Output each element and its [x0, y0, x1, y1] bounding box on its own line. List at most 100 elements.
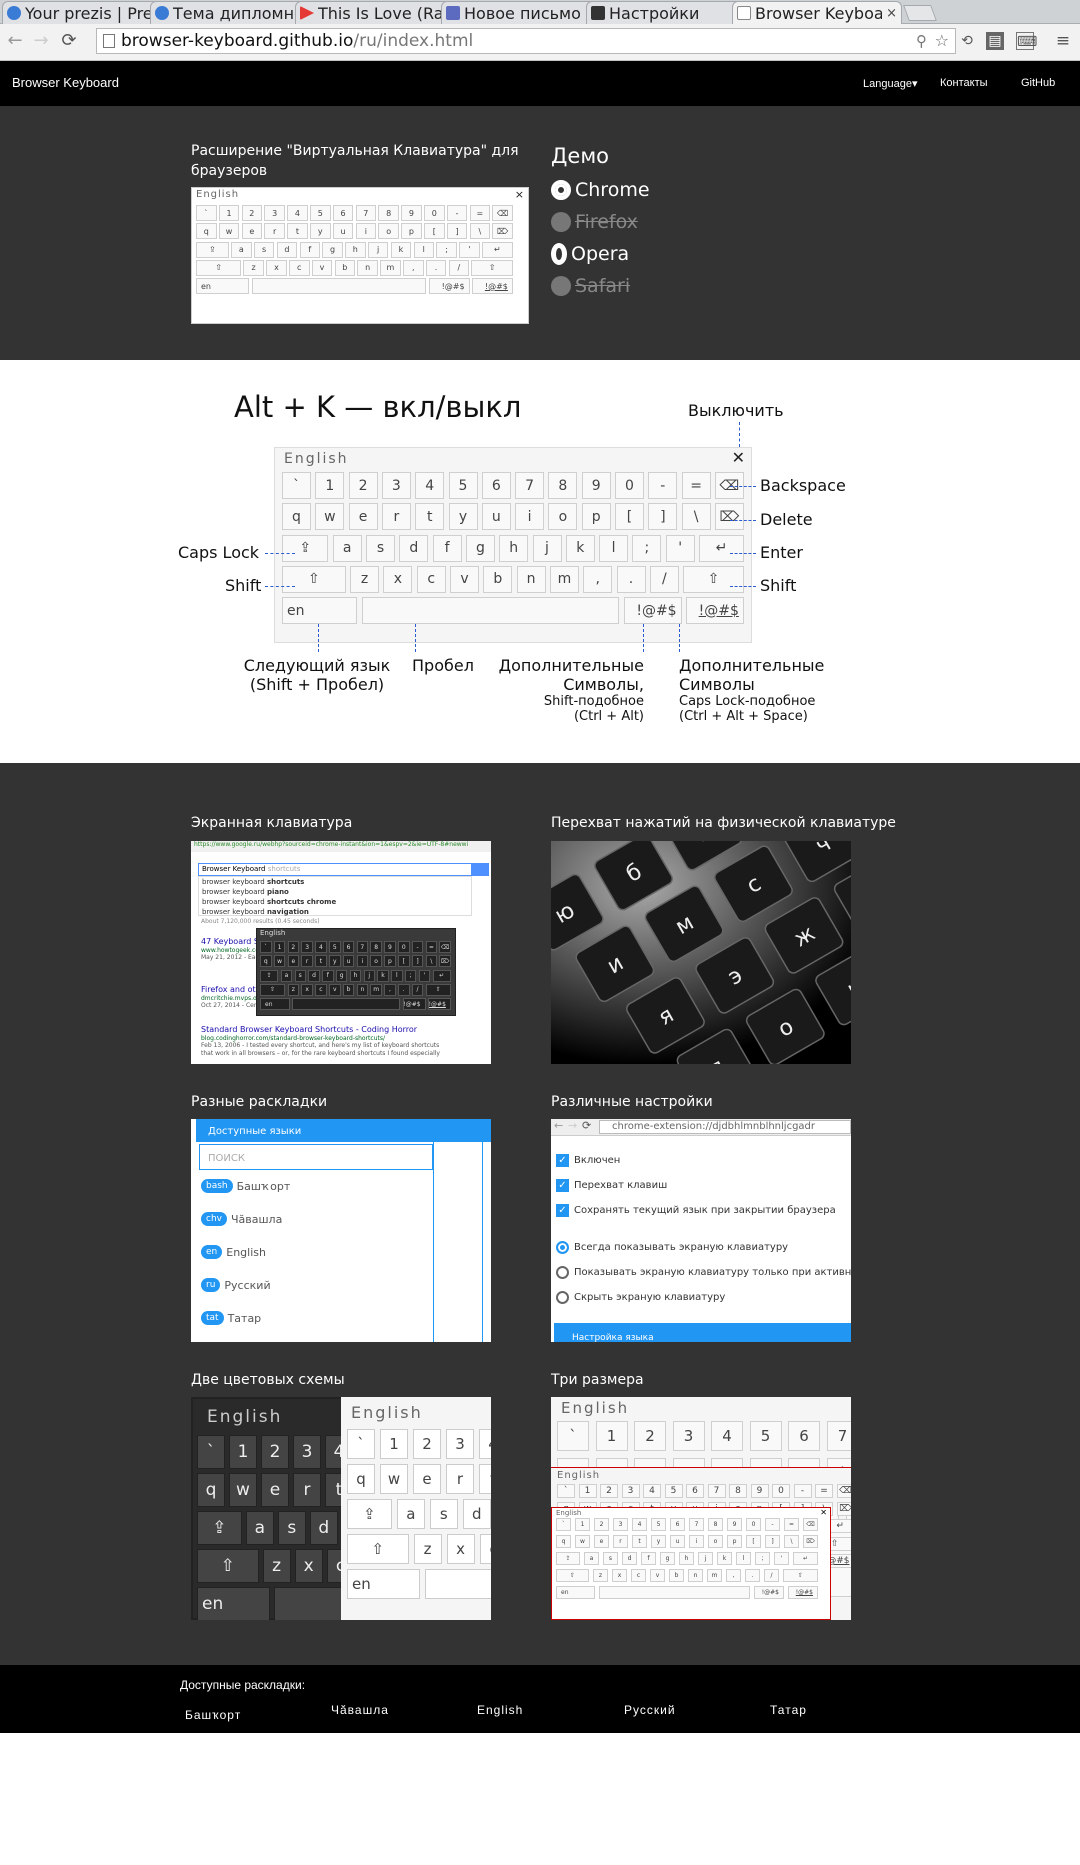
keyboard-key[interactable]: 2 [348, 472, 378, 499]
keyboard-key[interactable]: 0 [615, 472, 644, 499]
keyboard-key[interactable]: z [350, 565, 380, 593]
footer-layout-link[interactable]: Татар [770, 1703, 807, 1717]
keyboard-key[interactable]: 7 [515, 472, 545, 499]
tab-music[interactable]: This Is Love (Ra× [295, 1, 465, 24]
keyboard-key[interactable]: l [599, 534, 629, 562]
keyboard-key[interactable]: b [483, 565, 513, 593]
keyboard-key[interactable]: ⇧ [282, 565, 346, 593]
keyboard-key[interactable]: 6 [481, 472, 511, 499]
keyboard-key[interactable]: e [348, 503, 378, 531]
keyboard-key[interactable]: - [648, 472, 678, 499]
keyboard-key[interactable]: s [366, 534, 395, 562]
tab-prezi[interactable]: Your prezis | Pre× [2, 1, 172, 24]
keyboard-key[interactable]: 1 [315, 472, 345, 499]
keyboard-key[interactable]: !@#$ [685, 597, 744, 625]
new-tab-button[interactable] [903, 5, 937, 21]
keyboard-key[interactable]: 8 [548, 472, 578, 499]
keyboard-key[interactable]: p [581, 503, 611, 531]
keyboard-key[interactable]: h [499, 534, 529, 562]
keyboard-key[interactable]: ⇪ [282, 534, 329, 562]
footer-layout-link[interactable]: Чӑвашла [331, 1703, 389, 1717]
language-dropdown[interactable]: Language▾ [863, 77, 917, 90]
keyboard-key[interactable]: i [515, 503, 545, 531]
keyboard-extension-icon[interactable]: ⌨ [1016, 32, 1037, 50]
url-bar[interactable]: browser-keyboard.github.io/ru/index.html… [96, 28, 956, 54]
github-link[interactable]: GitHub [1021, 77, 1055, 89]
keyboard-key[interactable]: t [415, 503, 445, 531]
keyboard-key: f [641, 1552, 656, 1565]
keyboard-key: z [262, 1549, 291, 1583]
keyboard-key: b [342, 983, 355, 996]
keyboard-key[interactable]: ⇧ [683, 565, 744, 593]
site-brand[interactable]: Browser Keyboard [12, 75, 119, 90]
close-icon[interactable]: × [886, 6, 897, 21]
keyboard-key: d [308, 969, 320, 982]
keyboard-key[interactable]: !@#$ [623, 597, 682, 625]
search-input: поиск [199, 1144, 433, 1170]
keyboard-key[interactable]: 3 [381, 472, 411, 499]
screen-keyboard-screenshot: https://www.google.ru/webhp?sourceid=chr… [191, 841, 491, 1064]
keyboard-key: s [277, 1511, 306, 1545]
keyboard-key[interactable]: . [616, 565, 646, 593]
keyboard-key[interactable]: ; [632, 534, 662, 562]
result-title: Firefox and oth [201, 985, 261, 994]
forward-icon[interactable]: → [30, 30, 52, 51]
keyboard-key[interactable]: , [583, 565, 613, 593]
keyboard-key[interactable]: \ [681, 503, 711, 531]
demo-opera-link[interactable]: Opera [551, 238, 650, 270]
keyboard-key[interactable]: x [383, 565, 413, 593]
extension-icon[interactable]: ▤ [986, 32, 1004, 50]
keyboard-key[interactable]: = [681, 472, 711, 499]
keyboard-key[interactable]: 5 [448, 472, 478, 499]
footer-layout-link[interactable]: Русский [624, 1703, 676, 1717]
keyboard-key[interactable] [361, 597, 620, 625]
footer-layout-link[interactable]: English [477, 1703, 523, 1717]
keyboard-key[interactable]: k [565, 534, 595, 562]
keyboard-key[interactable]: [ [615, 503, 644, 531]
keyboard-key[interactable]: r [381, 503, 411, 531]
keyboard-key[interactable]: g [465, 534, 495, 562]
tab-browser-keyboard[interactable]: Browser Keyboa × [732, 1, 902, 24]
keyboard-key[interactable]: ` [282, 472, 311, 499]
keyboard-key[interactable]: en [282, 597, 358, 625]
keyboard-key[interactable]: u [481, 503, 511, 531]
search-icon[interactable]: ⚲ [916, 32, 927, 50]
tab-settings[interactable]: Настройки× [586, 1, 756, 24]
keyboard-key[interactable]: v [450, 565, 479, 593]
keyboard-key: r [264, 223, 285, 240]
keyboard-key: en [347, 1569, 420, 1599]
contacts-link[interactable]: Контакты [940, 77, 988, 89]
keyboard-key[interactable]: ↵ [699, 534, 744, 562]
keyboard-key[interactable]: 9 [581, 472, 611, 499]
back-icon[interactable]: ← [4, 30, 26, 51]
keyboard-key[interactable]: n [516, 565, 546, 593]
keyboard-key[interactable]: / [649, 565, 679, 593]
menu-icon[interactable]: ≡ [1054, 32, 1072, 50]
bookmark-star-icon[interactable]: ☆ [935, 31, 949, 50]
keyboard-key[interactable]: w [315, 503, 345, 531]
keyboard-key[interactable]: y [448, 503, 478, 531]
keyboard-key[interactable]: o [548, 503, 578, 531]
keyboard-key[interactable]: f [432, 534, 462, 562]
keyboard-key[interactable]: d [399, 534, 429, 562]
reload-icon[interactable]: ⟳ [58, 30, 80, 51]
keyboard-key[interactable]: 4 [415, 472, 445, 499]
close-icon[interactable]: × [515, 188, 524, 201]
keyboard-key[interactable]: ' [665, 534, 695, 562]
layouts-list: bash Башҡорт chv Чӑвашла en English ru Русский t… [199, 1176, 433, 1342]
footer-layout-link[interactable]: Башҡорт [185, 1708, 241, 1722]
dark-keyboard-preview: English ` 1 2 3 4 5 6 7 8 9 0- = ⌫ q w e r t y u i o p[] \ ⌦ ⇪ a s d… [256, 928, 456, 1016]
keyboard-key[interactable]: ] [648, 503, 678, 531]
keyboard-key: f [322, 969, 334, 982]
keyboard-key: en [556, 1586, 595, 1599]
keyboard-key[interactable]: c [416, 565, 446, 593]
keyboard-key[interactable]: j [532, 534, 562, 562]
sync-extension-icon[interactable]: ⟲ [958, 32, 976, 50]
demo-chrome-link[interactable]: Chrome [551, 174, 650, 206]
keyboard-key[interactable]: ⌦ [714, 503, 744, 531]
keyboard-key[interactable]: m [549, 565, 579, 593]
keyboard-key: ⇧ [197, 1549, 259, 1583]
keyboard-key[interactable]: a [332, 534, 362, 562]
keyboard-key[interactable]: q [282, 503, 311, 531]
close-icon[interactable]: ✕ [732, 448, 745, 467]
